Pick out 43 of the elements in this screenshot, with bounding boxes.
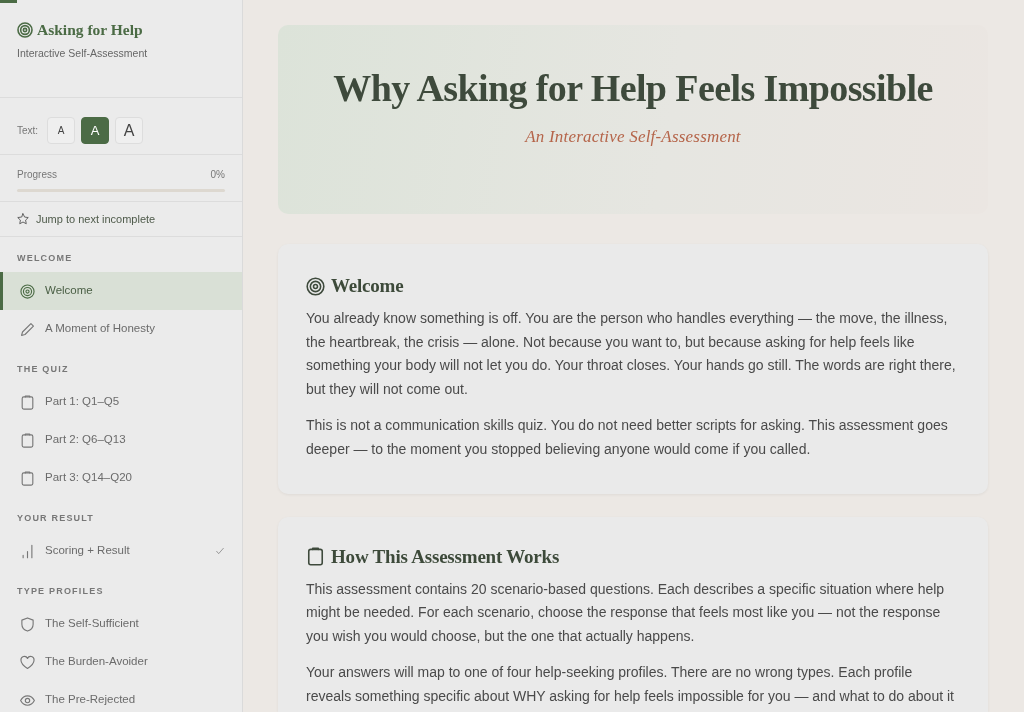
sidebar-item[interactable]: Part 2: Q6–Q13 [0, 421, 242, 459]
app-title: Asking for Help [37, 20, 143, 40]
eye-icon [20, 692, 35, 708]
clipboard-icon [20, 394, 35, 410]
target-icon [306, 276, 325, 296]
star-icon [17, 213, 29, 225]
nav-section-heading: YOUR RESULT [17, 513, 95, 524]
text-size-button[interactable]: A [81, 117, 110, 144]
sidebar-item[interactable]: Part 1: Q1–Q5 [0, 383, 242, 421]
heart-icon [20, 654, 35, 670]
clipboard-icon [20, 432, 35, 448]
sidebar-item[interactable]: The Self-Sufficient [0, 605, 242, 643]
text-size-button[interactable]: A [115, 117, 144, 144]
sidebar-item[interactable]: Scoring + Result [0, 532, 242, 570]
section-heading: How This Assessment Works [331, 544, 560, 569]
page-subtitle: An Interactive Self-Assessment [525, 126, 741, 148]
sidebar-item[interactable]: The Burden-Avoider [0, 643, 242, 681]
target-icon [17, 22, 33, 38]
nav-section-heading: TYPE PROFILES [17, 586, 104, 597]
pencil-icon [20, 321, 35, 337]
bar-chart-icon [20, 543, 35, 559]
section-heading: Welcome [331, 274, 404, 298]
target-icon [20, 283, 35, 299]
paragraph: Your answers will map to one of four help-seeking profiles. There are no wrong types. Each profile reveals something specific about WHY asking for help feels impossible for you — and what to do about it [306, 663, 955, 706]
clipboard-icon [306, 547, 325, 567]
sidebar-item[interactable]: A Moment of Honesty [0, 310, 242, 348]
sidebar-item[interactable]: Welcome [0, 272, 242, 310]
clipboard-icon [20, 470, 35, 486]
jump-link[interactable]: Jump to next incomplete [17, 210, 156, 228]
text-size-label: Text: [17, 124, 39, 138]
paragraph: You already know something is off. You are the person who handles everything — the move, the illness, the heartbreak, the crisis — alone. Not because you want to, but because asking for help feels like something your body will not let you do. Your throat closes. Your hands go still. The words are right there, but they will not come out. [306, 309, 957, 399]
paragraph: This assessment contains 20 scenario-based questions. Each describes a specific situation where help might be needed. For each scenario, choose the response that feels most like you — not the response you wish you would choose, but the one that actually happens. [306, 579, 946, 646]
sidebar-item[interactable]: The Pre-Rejected [0, 681, 242, 712]
progress-label: Progress [17, 168, 57, 182]
nav-section-heading: THE QUIZ [17, 364, 69, 375]
paragraph: This is not a communication skills quiz. You do not need better scripts for asking. This assessment goes deeper — to the moment you stopped believing anyone would come if you called. [306, 416, 949, 459]
page-title: Why Asking for Help Feels Impossible [333, 66, 933, 111]
app-subtitle: Interactive Self-Assessment [17, 46, 148, 61]
sidebar-item[interactable]: Part 3: Q14–Q20 [0, 459, 242, 497]
nav-section-heading: WELCOME [17, 253, 73, 264]
shield-icon [20, 616, 35, 632]
text-size-button[interactable]: A [47, 117, 76, 144]
progress-value: 0% [210, 168, 225, 182]
